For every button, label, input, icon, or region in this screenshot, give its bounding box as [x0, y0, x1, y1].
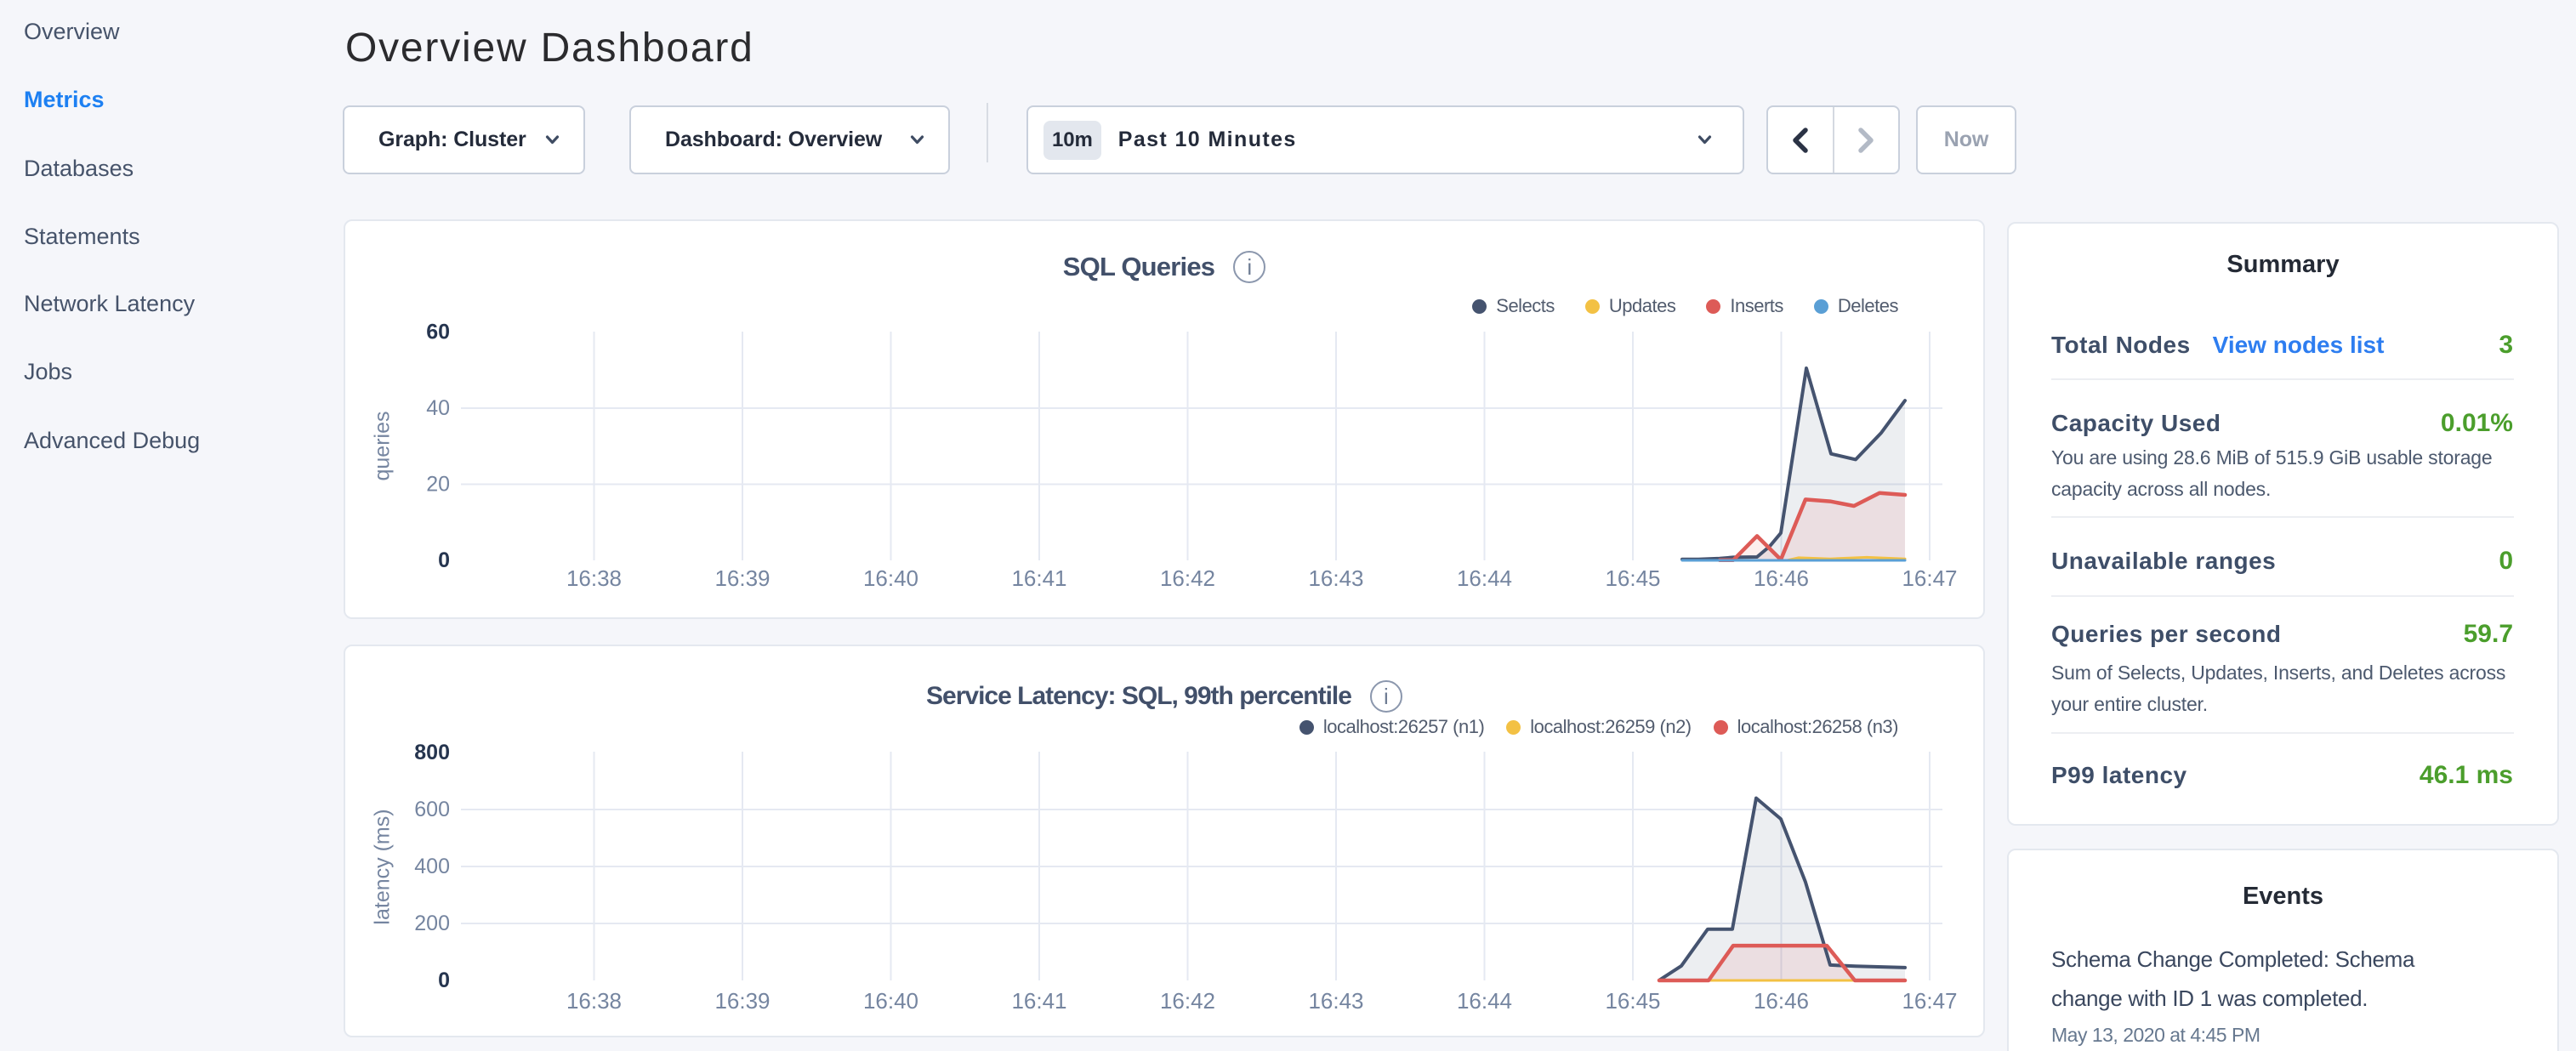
- svg-text:16:47: 16:47: [1902, 565, 1957, 591]
- svg-text:16:43: 16:43: [1308, 565, 1363, 591]
- svg-text:400: 400: [414, 855, 450, 878]
- svg-text:16:42: 16:42: [1160, 565, 1215, 591]
- svg-text:16:41: 16:41: [1011, 565, 1066, 591]
- svg-text:16:44: 16:44: [1457, 988, 1512, 1014]
- svg-text:20: 20: [426, 473, 450, 497]
- svg-text:800: 800: [414, 741, 450, 764]
- svg-text:16:38: 16:38: [566, 565, 622, 591]
- svg-text:16:46: 16:46: [1754, 565, 1809, 591]
- svg-text:16:44: 16:44: [1457, 565, 1512, 591]
- svg-text:16:39: 16:39: [714, 988, 770, 1014]
- svg-text:16:40: 16:40: [863, 988, 918, 1014]
- svg-text:0: 0: [438, 548, 450, 572]
- svg-text:40: 40: [426, 396, 450, 420]
- svg-text:16:41: 16:41: [1011, 988, 1066, 1014]
- svg-text:200: 200: [414, 912, 450, 935]
- svg-text:600: 600: [414, 798, 450, 821]
- svg-text:60: 60: [426, 321, 450, 344]
- svg-text:16:46: 16:46: [1754, 988, 1809, 1014]
- svg-text:16:42: 16:42: [1160, 988, 1215, 1014]
- svg-text:16:40: 16:40: [863, 565, 918, 591]
- svg-text:16:45: 16:45: [1605, 988, 1660, 1014]
- svg-text:16:43: 16:43: [1308, 988, 1363, 1014]
- svg-text:16:39: 16:39: [714, 565, 770, 591]
- svg-text:16:38: 16:38: [566, 988, 622, 1014]
- svg-text:16:47: 16:47: [1902, 988, 1957, 1014]
- svg-text:16:45: 16:45: [1605, 565, 1660, 591]
- svg-text:0: 0: [438, 969, 450, 992]
